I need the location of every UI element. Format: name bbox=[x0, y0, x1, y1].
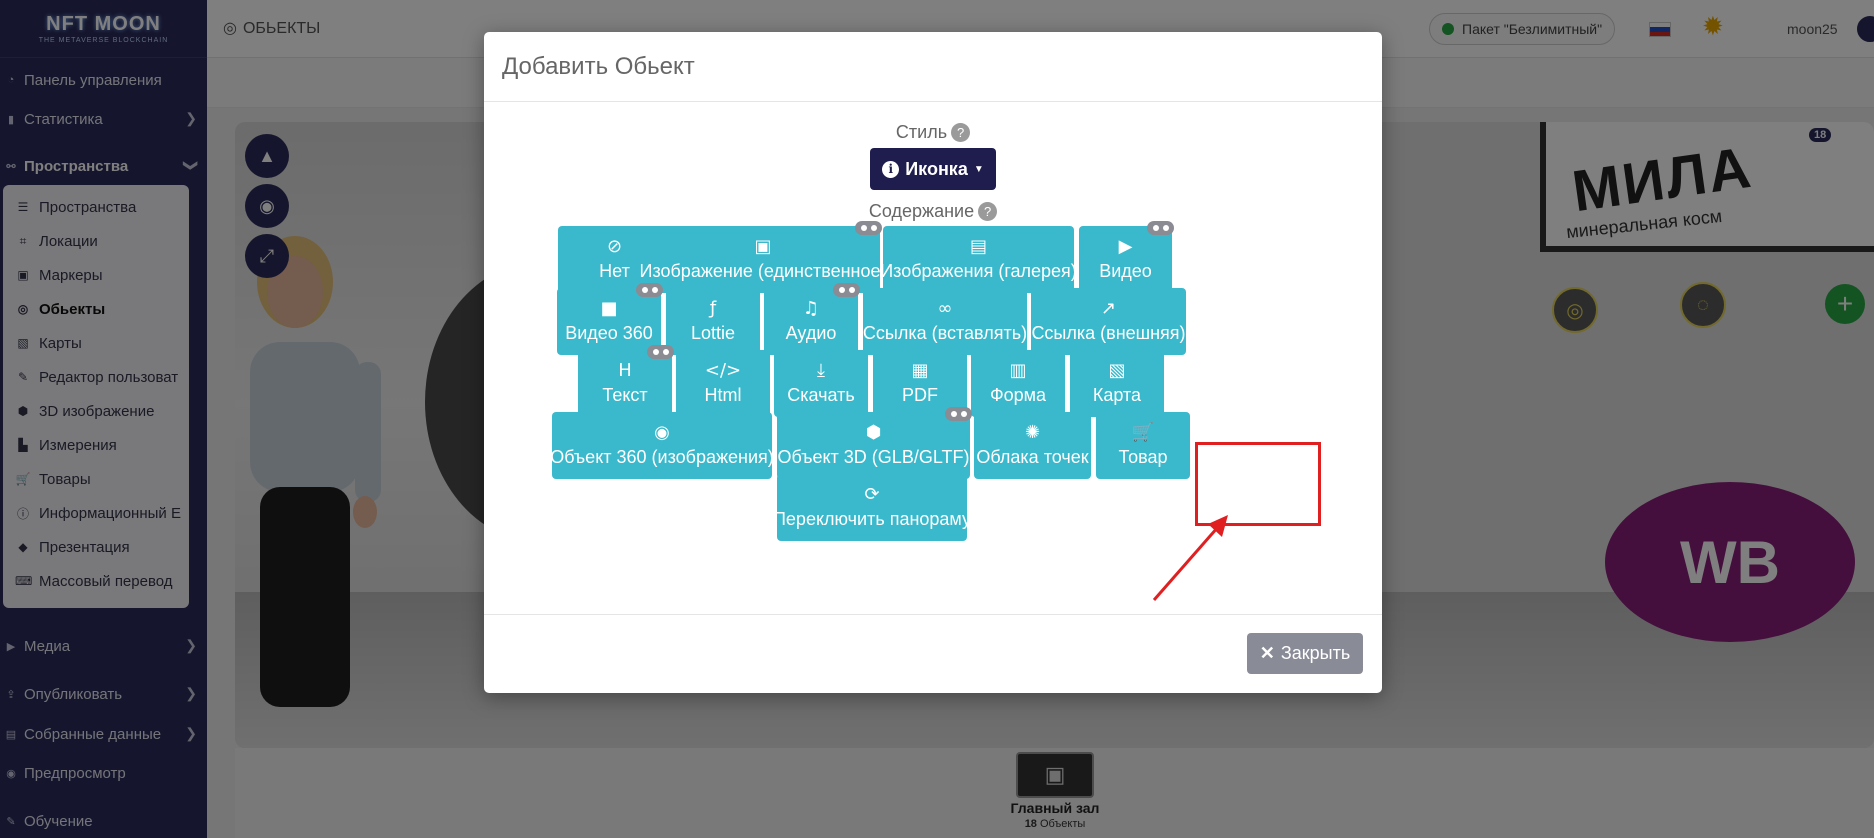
help-icon[interactable]: ? bbox=[951, 123, 971, 142]
style-dropdown-value: Иконка bbox=[905, 158, 968, 179]
modal-title: Добавить Обьект bbox=[502, 52, 695, 80]
image-icon: ▣ bbox=[754, 236, 772, 257]
object-type-label: Объект 3D (GLB/GLTF) bbox=[777, 447, 970, 467]
object-type-button[interactable]: ▶ Видео bbox=[1079, 221, 1174, 293]
video-camera-icon: ■ bbox=[600, 298, 618, 319]
object-type-button[interactable]: ƒ Lottie bbox=[666, 288, 760, 355]
object-type-label: Переключить панораму bbox=[772, 509, 972, 529]
object-type-button[interactable]: H Текст bbox=[578, 345, 674, 417]
vr-headset-icon bbox=[855, 221, 882, 235]
object-type-label: Видео 360 bbox=[565, 323, 653, 343]
object-type-label: Видео bbox=[1099, 261, 1152, 281]
object-type-label: Карта bbox=[1092, 385, 1142, 405]
style-label: Стиль bbox=[895, 122, 948, 142]
highlight-box bbox=[1195, 442, 1321, 526]
object-type-button[interactable]: ↗ Ссылка (внешняя) bbox=[1031, 288, 1186, 355]
object-type-label: Товар bbox=[1118, 447, 1168, 467]
add-object-modal: Добавить Обьект Стиль? i Иконка ▼ Содерж… bbox=[484, 32, 1382, 693]
caret-down-icon: ▼ bbox=[973, 163, 984, 175]
object-type-button[interactable]: ▧ Карта bbox=[1070, 350, 1164, 417]
object-type-button[interactable]: ∞ Ссылка (вставлять) bbox=[863, 288, 1027, 355]
close-button[interactable]: ✕ Закрыть bbox=[1247, 633, 1363, 674]
modal-header: Добавить Обьект bbox=[484, 32, 1382, 102]
object-type-label: Форма bbox=[989, 385, 1047, 405]
object-type-label: Объект 360 (изображения) bbox=[550, 447, 774, 467]
vr-headset-icon bbox=[636, 283, 663, 297]
cart-icon: 🛒 bbox=[1131, 422, 1155, 443]
external-link-icon: ↗ bbox=[1100, 298, 1117, 319]
content-label: Содержание bbox=[868, 201, 975, 221]
object-type-label: Html bbox=[704, 385, 742, 405]
vr-headset-icon bbox=[647, 345, 674, 359]
object-type-label: Lottie bbox=[690, 323, 736, 343]
content-label-row: Содержание? bbox=[484, 201, 1382, 222]
object-type-button[interactable]: ▤ Изображения (галерея) bbox=[880, 226, 1077, 293]
style-dropdown-button[interactable]: i Иконка ▼ bbox=[870, 148, 996, 190]
object-type-label: Ссылка (вставлять) bbox=[862, 323, 1028, 343]
music-icon: ♫ bbox=[802, 298, 820, 319]
object-type-button[interactable]: ■ Видео 360 bbox=[557, 283, 663, 355]
object-type-label: Изображение (единственное) bbox=[639, 261, 887, 281]
cube-icon: ⬢ bbox=[865, 422, 882, 443]
object-type-label: Нет bbox=[599, 261, 630, 281]
help-icon[interactable]: ? bbox=[978, 202, 998, 221]
code-icon: </> bbox=[704, 360, 742, 381]
vr-headset-icon bbox=[945, 407, 972, 421]
object-type-label: Изображения (галерея) bbox=[880, 261, 1077, 281]
download-icon: ⤓ bbox=[817, 360, 825, 381]
object-type-button[interactable]: ✺ Облака точек bbox=[974, 412, 1091, 479]
images-icon: ▤ bbox=[969, 236, 987, 257]
object-type-button[interactable]: ⤓ Скачать bbox=[774, 350, 868, 417]
pdf-icon: ▦ bbox=[911, 360, 929, 381]
object-type-button[interactable]: </> Html bbox=[676, 350, 770, 417]
lottie-icon: ƒ bbox=[709, 298, 717, 319]
close-icon: ✕ bbox=[1259, 643, 1275, 663]
object-type-label: Ссылка (внешняя) bbox=[1031, 323, 1186, 343]
heading-icon: H bbox=[618, 360, 632, 381]
object-type-label: PDF bbox=[902, 385, 938, 405]
vr-headset-icon bbox=[1147, 221, 1174, 235]
object-type-button[interactable]: ▥ Форма bbox=[971, 350, 1065, 417]
vr-headset-icon bbox=[833, 283, 860, 297]
object-type-label: Скачать bbox=[787, 385, 855, 405]
object-type-label: Аудио bbox=[785, 323, 837, 343]
object-type-button[interactable]: 🛒 Товар bbox=[1096, 412, 1190, 479]
close-label: Закрыть bbox=[1280, 643, 1351, 663]
link-icon: ∞ bbox=[937, 298, 953, 319]
object-type-label: Облака точек bbox=[976, 447, 1089, 467]
disc-icon: ◉ bbox=[654, 422, 670, 443]
object-type-button[interactable]: ♫ Аудио bbox=[764, 283, 860, 355]
map-icon: ▧ bbox=[1108, 360, 1126, 381]
form-icon: ▥ bbox=[1009, 360, 1027, 381]
object-type-button[interactable]: ◉ Объект 360 (изображения) bbox=[550, 412, 774, 479]
dharmachakra-icon: ✺ bbox=[1024, 422, 1041, 443]
object-type-button[interactable]: ⟳ Переключить панораму bbox=[773, 474, 971, 541]
style-label-row: Стиль? bbox=[484, 122, 1382, 143]
object-type-label: Текст bbox=[602, 385, 648, 405]
ban-icon: ⊘ bbox=[606, 236, 623, 257]
object-type-button[interactable]: ⬢ Объект 3D (GLB/GLTF) bbox=[777, 407, 972, 479]
sync-icon: ⟳ bbox=[864, 484, 880, 505]
info-icon: i bbox=[882, 160, 900, 178]
youtube-icon: ▶ bbox=[1118, 236, 1133, 257]
